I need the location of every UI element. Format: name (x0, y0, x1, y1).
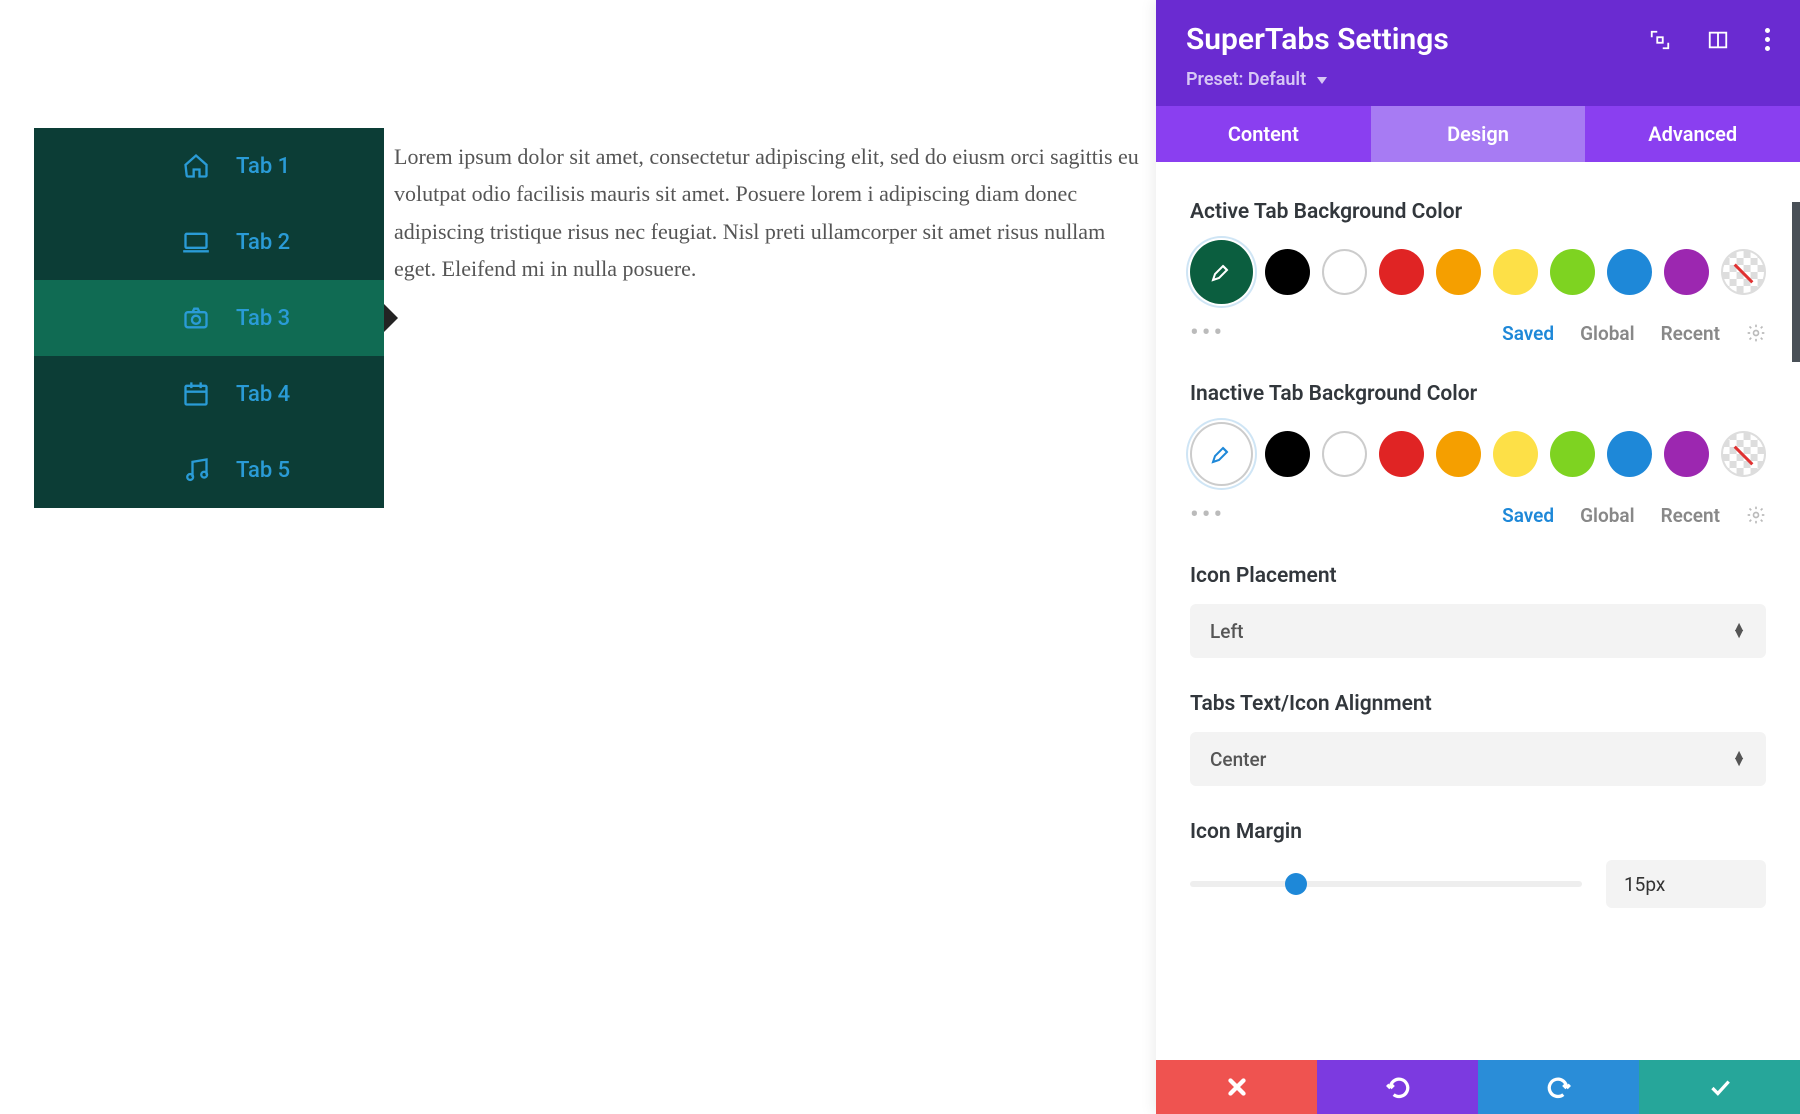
swatch-black[interactable] (1265, 431, 1310, 477)
swatch-purple[interactable] (1664, 249, 1709, 295)
redo-icon (1546, 1074, 1572, 1100)
tab-3[interactable]: Tab 3 (34, 280, 384, 356)
tab-1[interactable]: Tab 1 (34, 128, 384, 204)
swatch-tab-recent[interactable]: Recent (1661, 504, 1720, 527)
confirm-button[interactable] (1639, 1060, 1800, 1114)
chevron-down-icon (1317, 77, 1327, 84)
label-active-bg: Active Tab Background Color (1190, 200, 1766, 224)
swatch-tab-saved[interactable]: Saved (1502, 322, 1554, 345)
more-swatches-icon[interactable]: ••• (1190, 318, 1225, 348)
swatch-tab-global[interactable]: Global (1580, 504, 1634, 527)
icon-margin-slider[interactable] (1190, 881, 1582, 887)
label-inactive-bg: Inactive Tab Background Color (1190, 382, 1490, 406)
footer-actions (1156, 1060, 1800, 1114)
swatches-inactive-bg (1190, 422, 1766, 486)
panel-title: SuperTabs Settings (1186, 22, 1449, 57)
more-swatches-icon[interactable]: ••• (1190, 500, 1225, 530)
camera-icon (182, 304, 210, 332)
tab-label: Tab 1 (236, 154, 290, 179)
swatch-green[interactable] (1550, 249, 1595, 295)
swatch-transparent[interactable] (1721, 249, 1766, 295)
tab-label: Tab 2 (236, 230, 290, 255)
tab-5[interactable]: Tab 5 (34, 432, 384, 508)
swatch-orange[interactable] (1436, 431, 1481, 477)
label-icon-margin: Icon Margin (1190, 820, 1766, 844)
redo-button[interactable] (1478, 1060, 1639, 1114)
tab-label: Tab 3 (236, 306, 290, 331)
select-icon-placement[interactable]: Left ▲▼ (1190, 604, 1766, 658)
swatch-blue[interactable] (1607, 249, 1652, 295)
swatch-tab-recent[interactable]: Recent (1661, 322, 1720, 345)
slider-knob[interactable] (1285, 873, 1307, 895)
swatch-orange[interactable] (1436, 249, 1481, 295)
settings-panel: SuperTabs Settings Preset: Default Conte… (1156, 0, 1800, 1114)
panel-tab-design[interactable]: Design (1371, 106, 1586, 162)
label-icon-placement: Icon Placement (1190, 564, 1766, 588)
tab-4[interactable]: Tab 4 (34, 356, 384, 432)
calendar-icon (182, 380, 210, 408)
panel-body[interactable]: Active Tab Background Color ••• Saved Gl… (1156, 162, 1800, 1060)
scrollbar-thumb[interactable] (1792, 202, 1800, 362)
home-icon (182, 152, 210, 180)
swatch-red[interactable] (1379, 249, 1424, 295)
tab-2[interactable]: Tab 2 (34, 204, 384, 280)
undo-button[interactable] (1317, 1060, 1478, 1114)
tab-label: Tab 5 (236, 458, 290, 483)
undo-icon (1385, 1074, 1411, 1100)
cancel-button[interactable] (1156, 1060, 1317, 1114)
eyedropper-icon (1209, 260, 1233, 284)
updown-icon: ▲▼ (1732, 753, 1746, 765)
preset-label: Preset: Default (1186, 69, 1306, 90)
swatch-white[interactable] (1322, 431, 1367, 477)
swatch-actions: ••• Saved Global Recent (1190, 318, 1766, 348)
gear-icon[interactable] (1746, 505, 1766, 525)
music-icon (182, 456, 210, 484)
icon-margin-value[interactable]: 15px (1606, 860, 1766, 908)
gear-icon[interactable] (1746, 323, 1766, 343)
panel-tab-advanced[interactable]: Advanced (1585, 106, 1800, 162)
swatch-yellow[interactable] (1493, 249, 1538, 295)
select-value: Center (1210, 748, 1266, 771)
laptop-icon (182, 228, 210, 256)
swatch-black[interactable] (1265, 249, 1310, 295)
swatch-red[interactable] (1379, 431, 1424, 477)
tab-label: Tab 4 (236, 382, 290, 407)
select-value: Left (1210, 620, 1243, 643)
select-text-align[interactable]: Center ▲▼ (1190, 732, 1766, 786)
swatch-blue[interactable] (1607, 431, 1652, 477)
label-text-align: Tabs Text/Icon Alignment (1190, 692, 1766, 716)
eyedropper-icon (1209, 442, 1233, 466)
expand-icon[interactable] (1649, 29, 1671, 51)
swatch-tab-global[interactable]: Global (1580, 322, 1634, 345)
preset-selector[interactable]: Preset: Default (1186, 69, 1327, 90)
more-menu-icon[interactable] (1765, 28, 1770, 51)
check-icon (1707, 1074, 1733, 1100)
columns-icon[interactable] (1707, 29, 1729, 51)
tabs-preview: Tab 1 Tab 2 Tab 3 Tab 4 Tab 5 Lorem ipsu… (34, 128, 1144, 508)
close-icon (1224, 1074, 1250, 1100)
swatches-active-bg (1190, 240, 1766, 304)
swatch-current-inactive[interactable] (1190, 422, 1253, 486)
swatch-purple[interactable] (1664, 431, 1709, 477)
vertical-tabs: Tab 1 Tab 2 Tab 3 Tab 4 Tab 5 (34, 128, 384, 508)
swatch-actions: ••• Saved Global Recent (1190, 500, 1766, 530)
swatch-yellow[interactable] (1493, 431, 1538, 477)
updown-icon: ▲▼ (1732, 625, 1746, 637)
swatch-green[interactable] (1550, 431, 1595, 477)
swatch-white[interactable] (1322, 249, 1367, 295)
panel-tab-content[interactable]: Content (1156, 106, 1371, 162)
swatch-transparent[interactable] (1721, 431, 1766, 477)
tab-content-text: Lorem ipsum dolor sit amet, consectetur … (384, 138, 1144, 508)
swatch-tab-saved[interactable]: Saved (1502, 504, 1554, 527)
panel-header: SuperTabs Settings Preset: Default Conte… (1156, 0, 1800, 162)
swatch-current-active[interactable] (1190, 240, 1253, 304)
